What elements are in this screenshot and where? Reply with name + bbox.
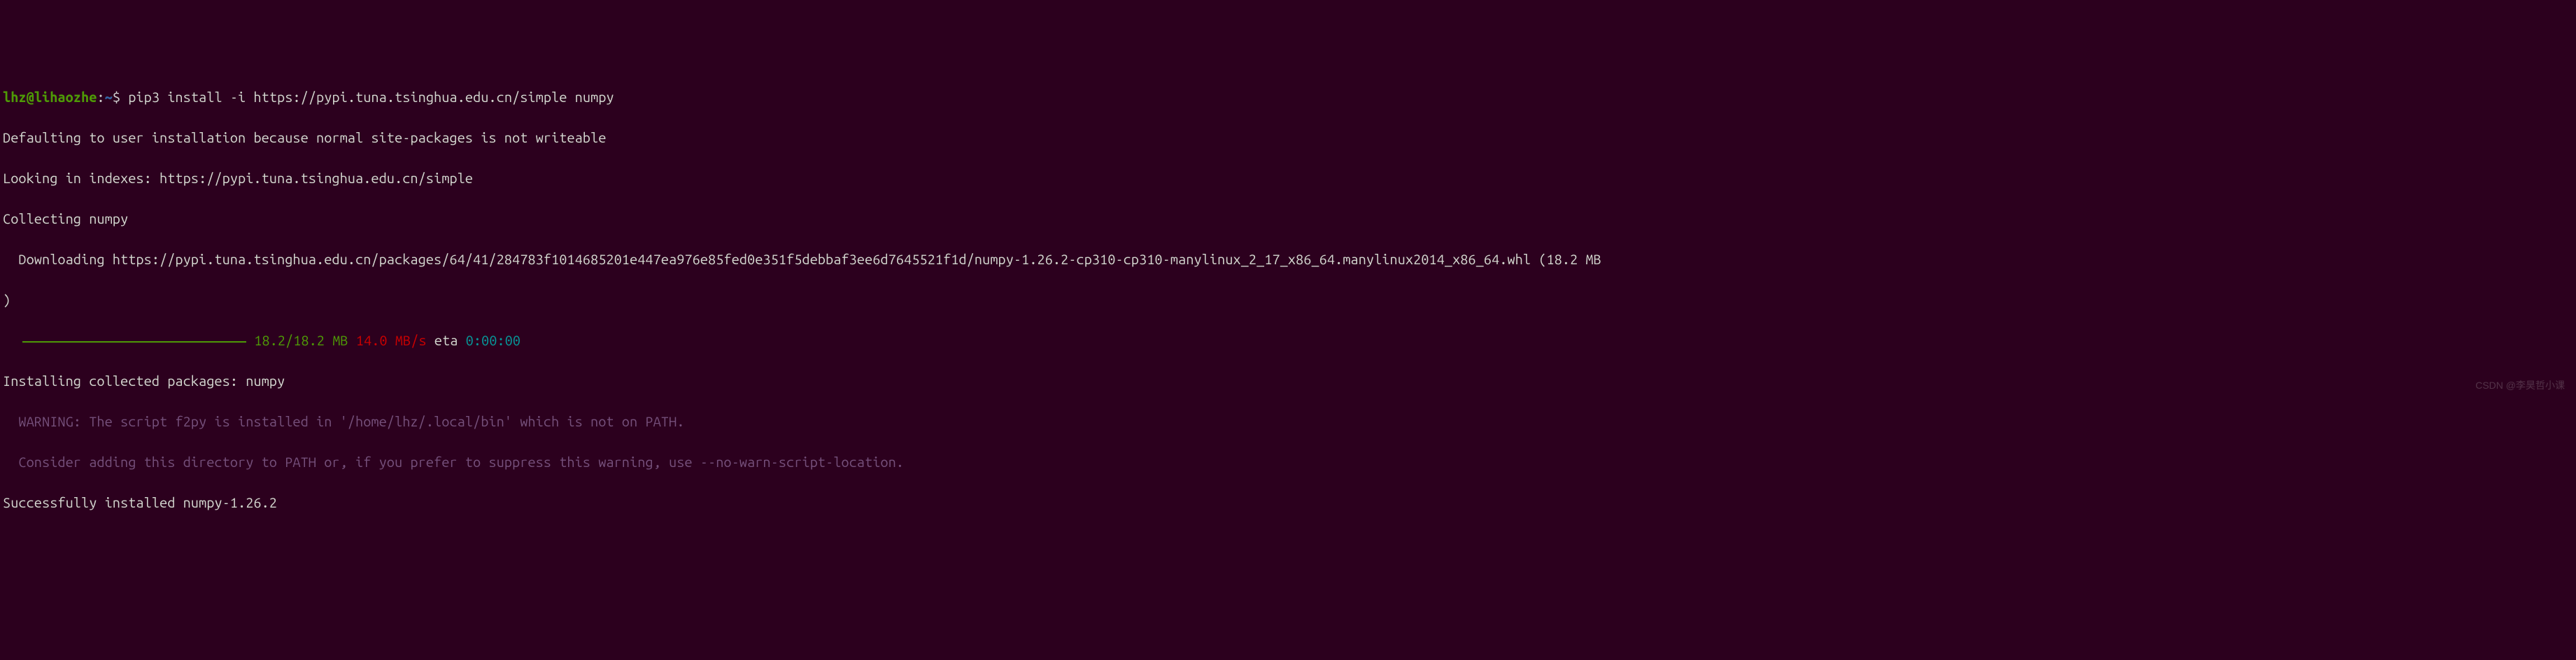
output-downloading: Downloading https://pypi.tuna.tsinghua.e… (0, 249, 2576, 269)
progress-line: 18.2/18.2 MB 14.0 MB/s eta 0:00:00 (0, 330, 2576, 350)
prompt-dollar: $ (113, 89, 128, 105)
progress-eta-time: 0:00:00 (466, 332, 521, 348)
watermark-text: CSDN @李昊哲小课 (2475, 378, 2565, 392)
progress-eta-label: eta (427, 332, 466, 348)
output-collecting: Collecting numpy (0, 208, 2576, 229)
progress-speed: 14.0 MB/s (348, 332, 427, 348)
prompt-host: lihaozhe (34, 89, 97, 105)
progress-bar-filled (22, 341, 246, 343)
prompt-colon: : (97, 89, 104, 105)
terminal-prompt-line[interactable]: lhz@lihaozhe:~$ pip3 install -i https://… (0, 87, 2576, 107)
command-text: pip3 install -i https://pypi.tuna.tsingh… (128, 89, 614, 105)
output-warning-2: Consider adding this directory to PATH o… (0, 452, 2576, 472)
prompt-path: ~ (105, 89, 113, 105)
progress-size: 18.2/18.2 MB (246, 332, 348, 348)
output-installing: Installing collected packages: numpy (0, 371, 2576, 391)
prompt-user: lhz (3, 89, 27, 105)
output-defaulting: Defaulting to user installation because … (0, 127, 2576, 148)
output-warning-1: WARNING: The script f2py is installed in… (0, 411, 2576, 431)
prompt-at: @ (27, 89, 34, 105)
output-paren-close: ) (0, 289, 2576, 310)
output-looking-indexes: Looking in indexes: https://pypi.tuna.ts… (0, 168, 2576, 188)
output-success: Successfully installed numpy-1.26.2 (0, 492, 2576, 512)
